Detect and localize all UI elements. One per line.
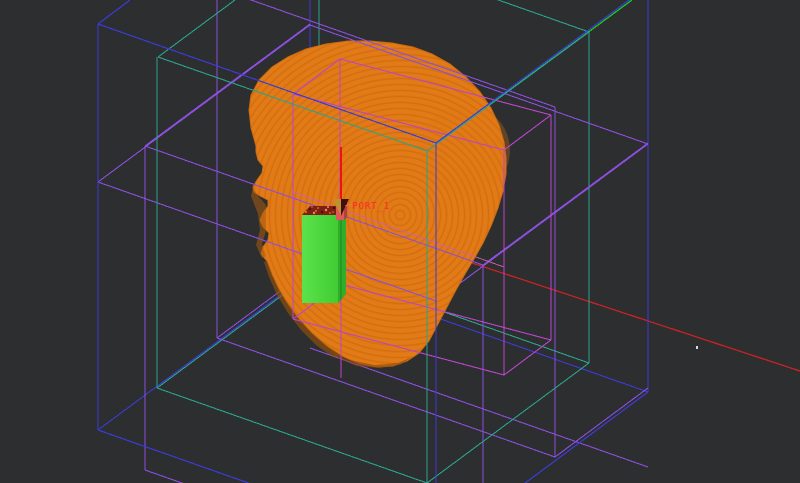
simulation-viewport[interactable]: PORT_1	[0, 0, 800, 483]
body-front	[302, 215, 338, 303]
body-right-stripe	[340, 211, 342, 301]
cursor-dot	[696, 346, 698, 349]
viewport-canvas[interactable]: PORT_1	[0, 0, 800, 483]
port-label: PORT_1	[352, 201, 390, 212]
phone-model[interactable]	[302, 203, 347, 303]
